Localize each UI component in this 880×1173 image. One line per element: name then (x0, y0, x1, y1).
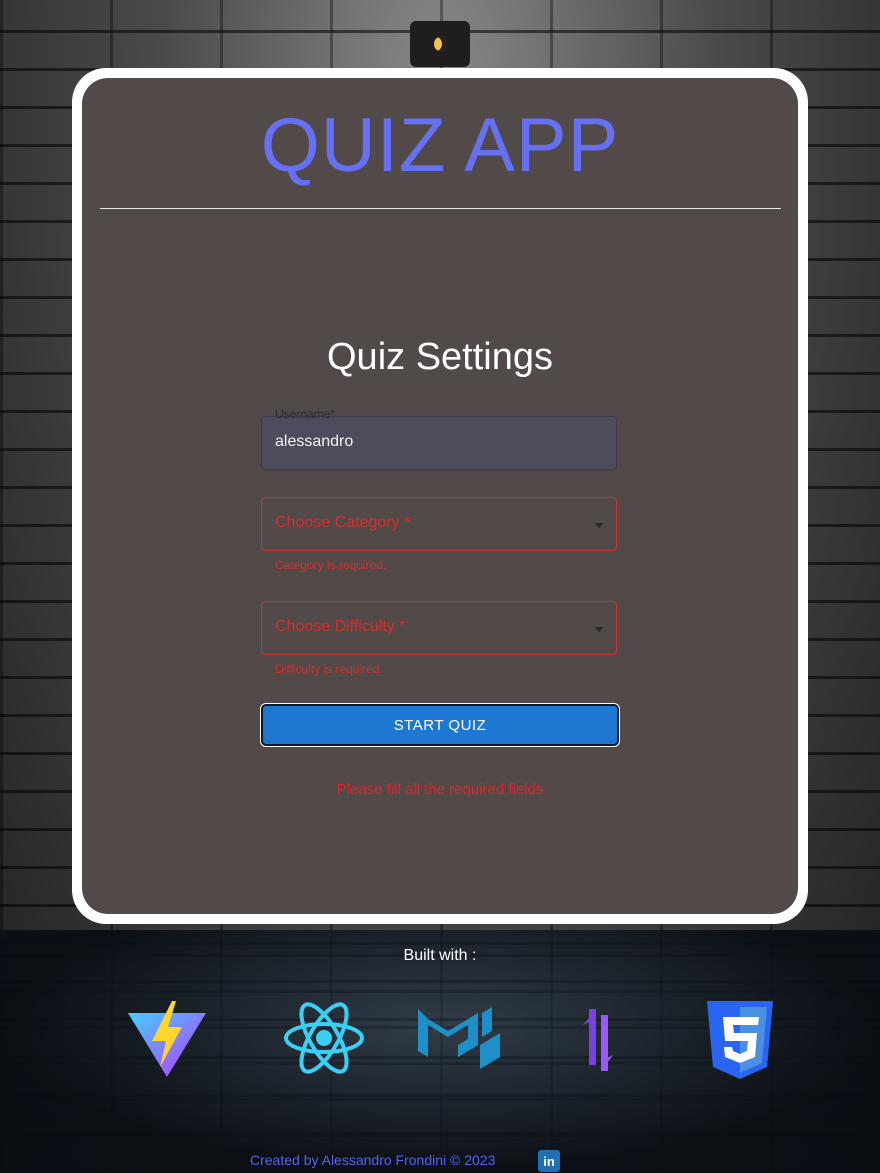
quiz-card: QUIZ APP Quiz Settings Username* Choose … (82, 78, 798, 914)
divider (100, 208, 781, 209)
zustand-icon (583, 1009, 613, 1071)
category-helper: Category is required. (275, 558, 387, 572)
username-field[interactable]: Username* (261, 407, 617, 470)
username-label: Username* (275, 407, 336, 421)
built-with-label: Built with : (403, 947, 477, 964)
linkedin-icon[interactable]: in (538, 1150, 560, 1172)
react-icon (284, 1002, 364, 1074)
app-title: QUIZ APP (260, 103, 620, 188)
footer-credit: Created by Alessandro Frondini © 2023 (250, 1152, 496, 1168)
category-select[interactable]: Choose Category * (261, 497, 617, 551)
error-message: Please fill all the required fields (336, 781, 544, 798)
moon-icon (434, 37, 446, 51)
difficulty-placeholder: Choose Difficulty * (275, 618, 406, 635)
theme-toggle-button[interactable] (410, 21, 470, 67)
chevron-down-icon (594, 523, 604, 528)
vite-icon (128, 1001, 206, 1077)
username-input[interactable] (275, 433, 595, 451)
start-quiz-button[interactable]: START QUIZ (261, 704, 619, 746)
category-placeholder: Choose Category * (275, 514, 411, 531)
difficulty-select[interactable]: Choose Difficulty * (261, 601, 617, 655)
chevron-down-icon (594, 627, 604, 632)
difficulty-helper: Difficulty is required. (275, 662, 383, 676)
mui-icon (418, 1007, 500, 1069)
css3-icon (707, 1001, 773, 1079)
settings-title: Quiz Settings (327, 336, 553, 378)
